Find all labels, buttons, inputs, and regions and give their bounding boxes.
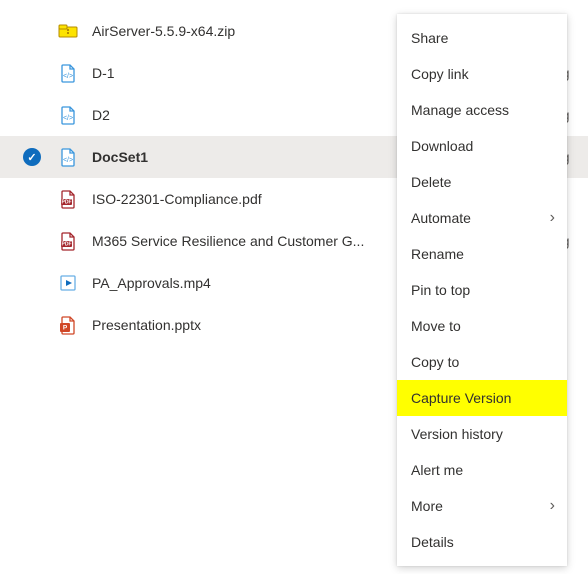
file-name[interactable]: DocSet1	[92, 149, 440, 165]
svg-text:PDF: PDF	[62, 200, 72, 206]
menu-item-details[interactable]: Details	[397, 524, 567, 560]
file-name[interactable]: PA_Approvals.mp4	[92, 275, 440, 291]
menu-item-label: Version history	[411, 426, 503, 442]
menu-item-label: Capture Version	[411, 390, 511, 406]
menu-item-label: Share	[411, 30, 448, 46]
file-name[interactable]: M365 Service Resilience and Customer G..…	[92, 233, 440, 249]
menu-item-label: Move to	[411, 318, 461, 334]
pptx-file-icon: P	[44, 315, 92, 335]
menu-item-rename[interactable]: Rename	[397, 236, 567, 272]
svg-text:P: P	[63, 325, 68, 332]
checkmark-icon: ✓	[23, 148, 41, 166]
menu-item-label: Delete	[411, 174, 451, 190]
menu-item-copy-link[interactable]: Copy link	[397, 56, 567, 92]
menu-item-automate[interactable]: Automate	[397, 200, 567, 236]
file-name[interactable]: Presentation.pptx	[92, 317, 440, 333]
video-file-icon	[44, 273, 92, 293]
menu-item-alert-me[interactable]: Alert me	[397, 452, 567, 488]
menu-item-version-history[interactable]: Version history	[397, 416, 567, 452]
menu-item-label: Automate	[411, 210, 471, 226]
zip-file-icon	[44, 21, 92, 41]
menu-item-label: More	[411, 498, 443, 514]
menu-item-pin-to-top[interactable]: Pin to top	[397, 272, 567, 308]
file-name[interactable]: AirServer-5.5.9-x64.zip	[92, 23, 440, 39]
menu-item-label: Manage access	[411, 102, 509, 118]
svg-text:</>: </>	[63, 157, 73, 164]
menu-item-label: Pin to top	[411, 282, 470, 298]
menu-item-download[interactable]: Download	[397, 128, 567, 164]
file-name[interactable]: ISO-22301-Compliance.pdf	[92, 191, 440, 207]
menu-item-manage-access[interactable]: Manage access	[397, 92, 567, 128]
aspx-file-icon: </>	[44, 105, 92, 125]
menu-item-move-to[interactable]: Move to	[397, 308, 567, 344]
menu-item-label: Details	[411, 534, 454, 550]
svg-text:</>: </>	[63, 115, 73, 122]
menu-item-capture-version[interactable]: Capture Version	[397, 380, 567, 416]
menu-item-copy-to[interactable]: Copy to	[397, 344, 567, 380]
aspx-file-icon: </>	[44, 147, 92, 167]
menu-item-label: Alert me	[411, 462, 463, 478]
context-menu: Share Copy link Manage access Download Delet…	[397, 14, 567, 566]
pdf-file-icon: PDF	[44, 231, 92, 251]
menu-item-delete[interactable]: Delete	[397, 164, 567, 200]
menu-item-label: Download	[411, 138, 473, 154]
pdf-file-icon: PDF	[44, 189, 92, 209]
menu-item-more[interactable]: More	[397, 488, 567, 524]
menu-item-label: Rename	[411, 246, 464, 262]
row-selector[interactable]: ✓	[20, 148, 44, 166]
menu-item-share[interactable]: Share	[397, 20, 567, 56]
svg-text:</>: </>	[63, 73, 73, 80]
file-name[interactable]: D2	[92, 107, 440, 123]
aspx-file-icon: </>	[44, 63, 92, 83]
svg-text:PDF: PDF	[62, 242, 72, 248]
menu-item-label: Copy to	[411, 354, 459, 370]
menu-item-label: Copy link	[411, 66, 469, 82]
file-name[interactable]: D-1	[92, 65, 440, 81]
